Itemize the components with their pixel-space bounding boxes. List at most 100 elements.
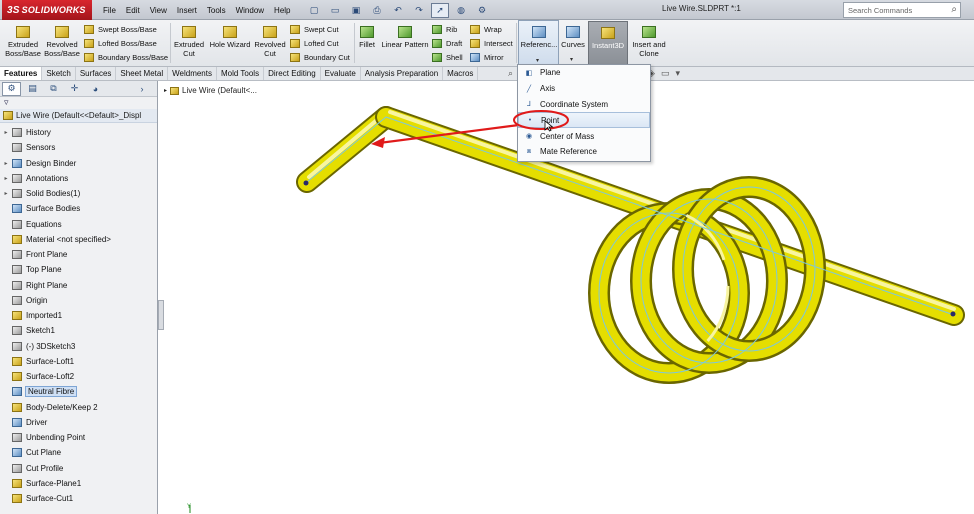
filter-icon[interactable]: ▿ [0, 97, 157, 109]
wire-end-point[interactable] [950, 311, 956, 317]
new-document-icon[interactable]: ▢ [305, 3, 323, 18]
hole-wizard-button[interactable]: Hole Wizard [208, 26, 252, 49]
solidworks-logo[interactable]: 3S SOLIDWORKS [2, 0, 92, 20]
print-icon[interactable]: ⎙ [368, 3, 386, 18]
insert-and-clone-button[interactable]: Insert and Clone [630, 26, 668, 58]
tab-sheet-metal[interactable]: Sheet Metal [116, 67, 169, 80]
lofted-cut-button[interactable]: Lofted Cut [290, 37, 339, 50]
tab-sketch[interactable]: Sketch [42, 67, 76, 80]
dimxpert-tab-icon[interactable]: ✛ [65, 82, 84, 96]
redo-icon[interactable]: ↷ [410, 3, 428, 18]
tree-item[interactable]: Sensors [0, 140, 157, 155]
instant3d-button[interactable]: Instant3D [588, 21, 628, 65]
tree-item[interactable]: ▸ Solid Bodies(1) [0, 186, 157, 201]
panel-expand-icon[interactable]: › [137, 82, 147, 96]
viewport-tree-flyout[interactable]: ▸ Live Wire (Default<... [164, 86, 257, 95]
search-icon[interactable]: ⌕ [951, 4, 957, 15]
configuration-manager-tab-icon[interactable]: ⧉ [44, 82, 63, 96]
menu-insert[interactable]: Insert [172, 6, 202, 15]
tab-features[interactable]: Features [0, 67, 43, 80]
tree-item[interactable]: Cut Plane [0, 445, 157, 460]
open-folder-icon[interactable]: ▭ [326, 3, 344, 18]
display-style-icon[interactable]: ▭ [661, 68, 670, 79]
search-commands-input[interactable]: Search Commands ⌕ [843, 2, 961, 18]
shell-button[interactable]: Shell [432, 51, 463, 64]
fillet-button[interactable]: Fillet [356, 26, 378, 49]
feature-tree-root[interactable]: Live Wire (Default<<Default>_Displ [0, 109, 157, 123]
wrap-button[interactable]: Wrap [470, 23, 502, 36]
mirror-button[interactable]: Mirror [470, 51, 504, 64]
expand-arrow-icon[interactable]: ▸ [0, 160, 12, 167]
intersect-button[interactable]: Intersect [470, 37, 513, 50]
tree-item[interactable]: Surface-Plane1 [0, 476, 157, 491]
tab-mold-tools[interactable]: Mold Tools [217, 67, 265, 80]
tab-evaluate[interactable]: Evaluate [321, 67, 361, 80]
save-icon[interactable]: ▣ [347, 3, 365, 18]
zoom-search-icon[interactable]: ⌕ [508, 68, 513, 79]
tree-item[interactable]: Surface-Cut1 [0, 491, 157, 506]
wire-coil[interactable] [588, 176, 826, 384]
tree-item[interactable]: Surface-Loft1 [0, 354, 157, 369]
expand-arrow-icon[interactable]: ▸ [0, 129, 12, 136]
tree-item[interactable]: Equations [0, 217, 157, 232]
rebuild-icon[interactable]: ◍ [452, 3, 470, 18]
menu-item-plane[interactable]: ◧ Plane [518, 65, 650, 81]
tree-item[interactable]: Body-Delete/Keep 2 [0, 400, 157, 415]
tree-item[interactable]: Driver [0, 415, 157, 430]
reference-geometry-button[interactable]: Referenc... ▾ [518, 20, 559, 66]
extruded-boss-button[interactable]: Extruded Boss/Base [4, 26, 42, 58]
extruded-cut-button[interactable]: Extruded Cut [172, 26, 206, 58]
expand-arrow-icon[interactable]: ▸ [0, 175, 12, 182]
undo-icon[interactable]: ↶ [389, 3, 407, 18]
menu-edit[interactable]: Edit [121, 6, 145, 15]
select-cursor-icon[interactable]: ➚ [431, 2, 449, 18]
menu-window[interactable]: Window [231, 6, 269, 15]
curves-button[interactable]: Curves [560, 26, 586, 49]
linear-pattern-button[interactable]: Linear Pattern [380, 26, 430, 49]
expand-arrow-icon[interactable]: ▸ [0, 190, 12, 197]
tree-item[interactable]: (-) 3DSketch3 [0, 339, 157, 354]
chevron-down-icon[interactable]: ▾ [570, 56, 573, 63]
tab-surfaces[interactable]: Surfaces [76, 67, 117, 80]
menu-view[interactable]: View [145, 6, 172, 15]
tree-item[interactable]: Surface-Loft2 [0, 369, 157, 384]
tree-item[interactable]: ▸ Annotations [0, 171, 157, 186]
tree-item[interactable]: Cut Profile [0, 461, 157, 476]
view-settings-icon[interactable]: ▾ [675, 68, 680, 79]
tree-item[interactable]: ▸ Design Binder [0, 156, 157, 171]
revolved-cut-button[interactable]: Revolved Cut [253, 26, 287, 58]
tree-item[interactable]: ▸ History [0, 125, 157, 140]
display-manager-tab-icon[interactable]: ◕ [86, 82, 105, 96]
tree-item[interactable]: Imported1 [0, 308, 157, 323]
tree-item[interactable]: Front Plane [0, 247, 157, 262]
tab-macros[interactable]: Macros [443, 67, 479, 80]
swept-boss-button[interactable]: Swept Boss/Base [84, 23, 157, 36]
tab-weldments[interactable]: Weldments [168, 67, 217, 80]
tab-direct-editing[interactable]: Direct Editing [264, 67, 321, 80]
menu-file[interactable]: File [98, 6, 121, 15]
tree-item[interactable]: Unbending Point [0, 430, 157, 445]
menu-tools[interactable]: Tools [202, 6, 231, 15]
tree-item[interactable]: Origin [0, 293, 157, 308]
boundary-boss-button[interactable]: Boundary Boss/Base [84, 51, 168, 64]
feature-manager-tab-icon[interactable]: ⚙ [2, 81, 21, 96]
wire-end-point[interactable] [303, 180, 309, 186]
menu-item-mate-reference[interactable]: ⧈ Mate Reference [518, 144, 650, 160]
lofted-boss-button[interactable]: Lofted Boss/Base [84, 37, 157, 50]
options-icon[interactable]: ⚙ [473, 3, 491, 18]
revolved-boss-button[interactable]: Revolved Boss/Base [44, 26, 80, 58]
rib-button[interactable]: Rib [432, 23, 457, 36]
boundary-cut-button[interactable]: Boundary Cut [290, 51, 350, 64]
tree-item[interactable]: Material <not specified> [0, 232, 157, 247]
tree-item[interactable]: Right Plane [0, 278, 157, 293]
menu-item-axis[interactable]: ╱ Axis [518, 81, 650, 97]
tab-analysis-preparation[interactable]: Analysis Preparation [361, 67, 444, 80]
menu-help[interactable]: Help [269, 6, 295, 15]
tree-item[interactable]: Top Plane [0, 262, 157, 277]
tree-item[interactable]: Sketch1 [0, 323, 157, 338]
property-manager-tab-icon[interactable]: ▤ [23, 82, 42, 96]
tree-item[interactable]: Surface Bodies [0, 201, 157, 216]
draft-button[interactable]: Draft [432, 37, 462, 50]
tree-item[interactable]: Neutral Fibre [0, 384, 157, 399]
swept-cut-button[interactable]: Swept Cut [290, 23, 339, 36]
